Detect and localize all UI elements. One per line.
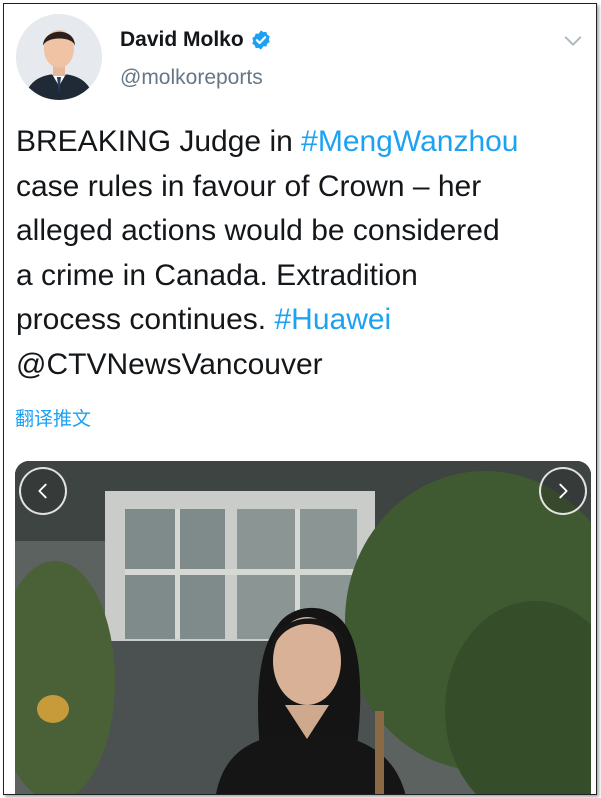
media-photo [15,461,591,794]
tweet-header: David Molko @molkoreports [16,14,596,104]
carousel-next-button[interactable] [539,467,587,515]
tweet-text-segment: BREAKING Judge in [16,125,302,158]
mention-link[interactable]: @CTVNewsVancouver [16,343,590,388]
tweet-text-segment: process continues. [16,303,275,336]
verified-badge-icon [250,29,272,51]
hashtag-link[interactable]: #MengWanzhou [301,125,518,158]
tweet-card: David Molko @molkoreports BREAKING Judge… [3,3,597,795]
carousel-prev-button[interactable] [19,467,67,515]
author-name-row: David Molko [120,28,272,52]
tweet-line: a crime in Canada. Extradition [16,258,418,292]
tweet-line: process continues. #Huawei [16,298,590,343]
author-handle[interactable]: @molkoreports [120,66,263,90]
avatar[interactable] [16,14,102,100]
chevron-right-icon [559,483,568,499]
hashtag-link[interactable]: #Huawei [274,303,391,336]
tweet-text: BREAKING Judge in #MengWanzhou case rule… [16,120,590,387]
avatar-image [16,14,102,100]
tweet-line: BREAKING Judge in #MengWanzhou [16,120,590,165]
translate-tweet-link[interactable]: 翻译推文 [15,404,91,431]
chevron-down-icon[interactable] [562,30,584,52]
tweet-media[interactable] [15,461,591,794]
chevron-left-icon [38,483,47,499]
tweet-line: alleged actions would be considered [16,214,500,247]
tweet-line: case rules in favour of Crown – her [16,169,482,203]
author-name[interactable]: David Molko [120,28,244,52]
